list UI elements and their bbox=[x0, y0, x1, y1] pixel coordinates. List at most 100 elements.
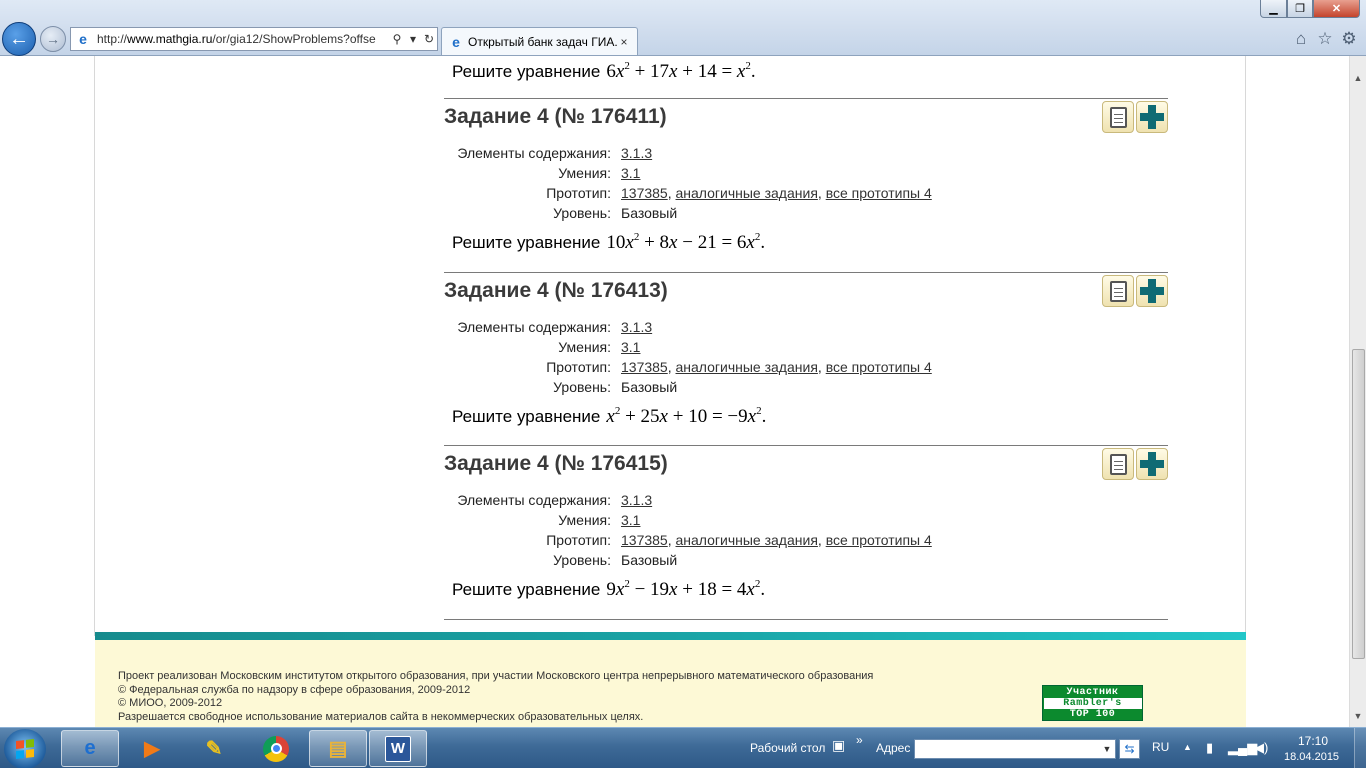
footer-accent-bar bbox=[95, 632, 1246, 640]
task-title: Задание 4 (№ 176413) bbox=[444, 279, 668, 302]
address-url[interactable]: http://www.mathgia.ru/or/gia12/ShowProbl… bbox=[97, 32, 389, 46]
show-solution-button[interactable] bbox=[1102, 448, 1134, 480]
tab-ie-icon: e bbox=[452, 33, 460, 50]
task-meta: Элементы содержания: 3.1.3 Умения: 3.1 Про… bbox=[457, 492, 932, 568]
similar-tasks-link[interactable]: аналогичные задания bbox=[676, 359, 818, 375]
chrome-icon bbox=[263, 735, 289, 762]
clock-time[interactable]: 17:10 bbox=[1298, 734, 1328, 748]
equation: 9x2 − 19x + 18 = 4x2. bbox=[606, 578, 766, 600]
task-title: Задание 4 (№ 176411) bbox=[444, 105, 667, 128]
scroll-down-icon[interactable]: ▼ bbox=[1350, 708, 1366, 725]
start-button[interactable] bbox=[4, 729, 46, 768]
plus-icon bbox=[1140, 105, 1164, 129]
tools-gear-icon[interactable]: ⚙ bbox=[1339, 29, 1359, 49]
favorites-icon[interactable]: ☆ bbox=[1315, 29, 1335, 49]
ie-icon: e bbox=[84, 737, 96, 759]
prototype-link[interactable]: 137385 bbox=[621, 359, 668, 375]
prototype-link[interactable]: 137385 bbox=[621, 532, 668, 548]
show-solution-button[interactable] bbox=[1102, 275, 1134, 307]
page-footer: Проект реализован Московским институтом … bbox=[95, 632, 1246, 727]
vertical-scrollbar[interactable]: ▲ ▼ bbox=[1349, 56, 1366, 727]
taskbar-address-input[interactable] bbox=[914, 739, 1116, 759]
taskbar-ie-button[interactable]: e bbox=[61, 730, 119, 767]
refresh-icon[interactable]: ↻ bbox=[421, 32, 437, 46]
similar-tasks-link[interactable]: аналогичные задания bbox=[676, 532, 818, 548]
show-desktop-button[interactable] bbox=[1354, 728, 1366, 768]
content-code-link[interactable]: 3.1.3 bbox=[621, 145, 652, 161]
taskbar-explorer-button[interactable]: ▤ bbox=[309, 730, 367, 767]
add-task-button[interactable] bbox=[1136, 101, 1168, 133]
task-title: Задание 4 (№ 176415) bbox=[444, 452, 668, 475]
signal-icon[interactable]: ▂▄▆ bbox=[1228, 740, 1257, 756]
windows-logo-icon bbox=[16, 739, 34, 759]
skill-code-link[interactable]: 3.1 bbox=[621, 512, 640, 528]
document-icon bbox=[1109, 106, 1127, 128]
equation: x2 + 25x + 10 = −9x2. bbox=[606, 405, 767, 427]
address-dropdown-icon[interactable]: ▼ bbox=[1100, 740, 1114, 758]
tab-title: Открытый банк задач ГИА... bbox=[468, 34, 617, 49]
media-player-icon: ▶ bbox=[144, 738, 160, 760]
content-code-link[interactable]: 3.1.3 bbox=[621, 319, 652, 335]
all-prototypes-link[interactable]: все прототипы 4 bbox=[826, 532, 932, 548]
taskbar-word-button[interactable]: W bbox=[369, 730, 427, 767]
task-statement: Решите уравнение x2 + 25x + 10 = −9x2. bbox=[452, 405, 767, 427]
address-bar[interactable]: e http://www.mathgia.ru/or/gia12/ShowPro… bbox=[70, 27, 438, 51]
all-prototypes-link[interactable]: все прототипы 4 bbox=[826, 359, 932, 375]
page-border-right bbox=[1245, 56, 1246, 636]
forward-button[interactable]: → bbox=[40, 26, 66, 52]
task-meta: Элементы содержания: 3.1.3 Умения: 3.1 Про… bbox=[457, 319, 932, 395]
scroll-thumb[interactable] bbox=[1352, 349, 1365, 659]
taskbar-chrome-button[interactable] bbox=[247, 730, 305, 767]
tab-close-icon[interactable]: × bbox=[617, 35, 631, 49]
scroll-up-icon[interactable]: ▲ bbox=[1350, 70, 1366, 87]
forward-arrow-icon: → bbox=[46, 31, 60, 47]
toolbar-more-icon[interactable]: » bbox=[856, 733, 863, 747]
prototype-link[interactable]: 137385 bbox=[621, 185, 668, 201]
task-statement: Решите уравнение 9x2 − 19x + 18 = 4x2. bbox=[452, 578, 766, 600]
task-meta: Элементы содержания: 3.1.3 Умения: 3.1 Про… bbox=[457, 145, 932, 221]
divider bbox=[444, 272, 1168, 273]
equation: 10x2 + 8x − 21 = 6x2. bbox=[606, 231, 766, 253]
skill-code-link[interactable]: 3.1 bbox=[621, 165, 640, 181]
back-button[interactable]: ← bbox=[2, 22, 36, 56]
folder-icon: ▤ bbox=[328, 738, 348, 760]
volume-icon[interactable]: ◀) bbox=[1254, 740, 1268, 756]
taskbar-paint-button[interactable]: ✎ bbox=[185, 730, 243, 767]
plus-icon bbox=[1140, 452, 1164, 476]
minimize-button[interactable]: ▁ bbox=[1260, 0, 1287, 18]
word-icon: W bbox=[385, 735, 411, 762]
clock-date[interactable]: 18.04.2015 bbox=[1284, 751, 1339, 763]
taskbar-media-player-button[interactable]: ▶ bbox=[123, 730, 181, 767]
tab-active[interactable]: e Открытый банк задач ГИА... × bbox=[441, 27, 638, 55]
content-code-link[interactable]: 3.1.3 bbox=[621, 492, 652, 508]
task-statement: Решите уравнение 10x2 + 8x − 21 = 6x2. bbox=[452, 231, 766, 253]
add-task-button[interactable] bbox=[1136, 448, 1168, 480]
maximize-button[interactable]: ❐ bbox=[1287, 0, 1313, 18]
all-prototypes-link[interactable]: все прототипы 4 bbox=[826, 185, 932, 201]
equation: 6x2 + 17x + 14 = x2. bbox=[606, 60, 756, 82]
add-task-button[interactable] bbox=[1136, 275, 1168, 307]
address-toolbar-label: Адрес bbox=[876, 741, 911, 755]
desktop-folder-icon[interactable]: ▣ bbox=[832, 737, 845, 754]
browser-toolbar: ← → e http://www.mathgia.ru/or/gia12/Sho… bbox=[0, 0, 1366, 56]
new-tab-area[interactable] bbox=[640, 30, 790, 52]
tray-expand-icon[interactable]: ▲ bbox=[1183, 742, 1192, 752]
close-button[interactable]: ✕ bbox=[1313, 0, 1360, 18]
desktop-toolbar-label[interactable]: Рабочий стол bbox=[750, 741, 825, 755]
search-icon[interactable]: ⚲ bbox=[389, 32, 405, 46]
divider bbox=[444, 445, 1168, 446]
skill-code-link[interactable]: 3.1 bbox=[621, 339, 640, 355]
show-solution-button[interactable] bbox=[1102, 101, 1134, 133]
page-viewport: Решите уравнение 6x2 + 17x + 14 = x2. Зад… bbox=[0, 56, 1349, 727]
battery-icon[interactable]: ▮ bbox=[1206, 740, 1213, 756]
language-indicator[interactable]: RU bbox=[1152, 740, 1169, 754]
level-value: Базовый bbox=[621, 379, 678, 395]
rambler-top100-badge[interactable]: Участник Rambler's TOP 100 bbox=[1042, 685, 1143, 721]
paint-icon: ✎ bbox=[205, 738, 223, 760]
previous-task-statement: Решите уравнение 6x2 + 17x + 14 = x2. bbox=[452, 60, 756, 82]
footer-text: Проект реализован Московским институтом … bbox=[118, 670, 874, 723]
similar-tasks-link[interactable]: аналогичные задания bbox=[676, 185, 818, 201]
address-go-icon[interactable]: ⇆ bbox=[1119, 739, 1140, 759]
home-icon[interactable]: ⌂ bbox=[1291, 29, 1311, 49]
dropdown-icon[interactable]: ▾ bbox=[405, 32, 421, 46]
